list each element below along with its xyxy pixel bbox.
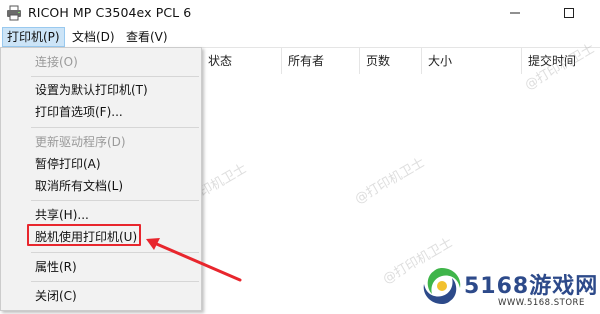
- title-bar: RICOH MP C3504ex PCL 6: [0, 0, 600, 27]
- minimize-icon: [510, 7, 520, 21]
- menu-separator: [31, 127, 199, 128]
- printer-menu-dropdown: 连接(O) 设置为默认打印机(T) 打印首选项(F)... 更新驱动程序(D) …: [0, 47, 202, 311]
- menu-printer[interactable]: 打印机(P): [2, 27, 65, 47]
- menu-separator: [31, 252, 199, 253]
- minimize-button[interactable]: [492, 0, 538, 27]
- menu-item-connect[interactable]: 连接(O): [35, 53, 78, 71]
- menu-separator: [31, 281, 199, 282]
- maximize-icon: [564, 7, 574, 21]
- column-header-owner[interactable]: 所有者: [282, 48, 360, 74]
- menu-item-close[interactable]: 关闭(C): [35, 287, 77, 305]
- menu-separator: [31, 200, 199, 201]
- menu-item-cancel-all[interactable]: 取消所有文档(L): [35, 177, 123, 195]
- site-logo: 5168游戏网 WWW.5168.STORE: [418, 262, 600, 314]
- menu-document[interactable]: 文档(D): [68, 27, 119, 47]
- menu-item-properties[interactable]: 属性(R): [35, 258, 77, 276]
- menu-item-pause[interactable]: 暂停打印(A): [35, 155, 101, 173]
- menu-bar: 打印机(P) 文档(D) 查看(V): [0, 27, 600, 48]
- window-title: RICOH MP C3504ex PCL 6: [28, 5, 192, 20]
- column-header-size[interactable]: 大小: [422, 48, 522, 74]
- menu-view[interactable]: 查看(V): [122, 27, 172, 47]
- logo-swirl-icon: [420, 264, 464, 311]
- logo-text: 5168游戏网: [464, 274, 599, 299]
- menu-item-update-driver[interactable]: 更新驱动程序(D): [35, 133, 126, 151]
- printer-icon: [6, 5, 22, 21]
- maximize-button[interactable]: [546, 0, 592, 27]
- column-header-status[interactable]: 状态: [202, 48, 282, 74]
- menu-item-set-default[interactable]: 设置为默认打印机(T): [35, 81, 148, 99]
- highlight-box: [27, 224, 141, 246]
- menu-item-preferences[interactable]: 打印首选项(F)...: [35, 103, 123, 121]
- logo-url: WWW.5168.STORE: [498, 298, 585, 308]
- menu-item-share[interactable]: 共享(H)...: [35, 206, 89, 224]
- menu-separator: [31, 76, 199, 77]
- column-header-pages[interactable]: 页数: [360, 48, 422, 74]
